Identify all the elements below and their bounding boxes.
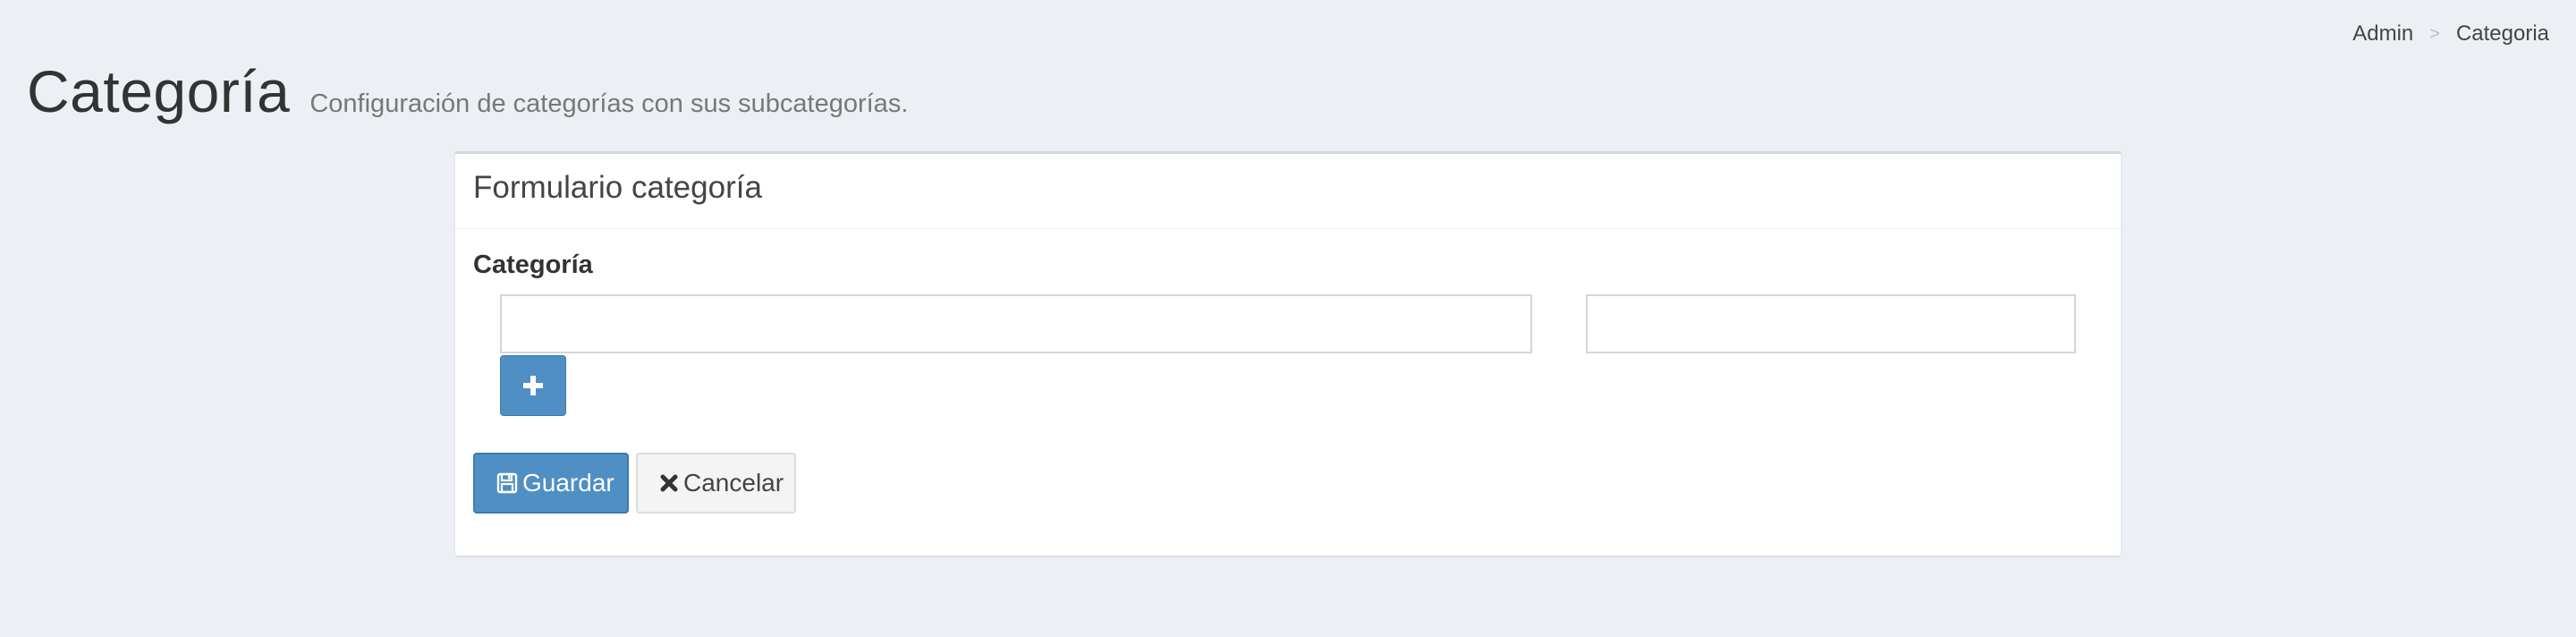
breadcrumb-item-categoria: Categoria: [2455, 21, 2549, 46]
cancel-button-label: Cancelar: [683, 469, 784, 497]
plus-icon: [523, 376, 543, 395]
breadcrumb-item-admin[interactable]: Admin: [2352, 21, 2413, 47]
breadcrumb: Admin > Categoria: [2352, 21, 2549, 47]
save-icon: [496, 472, 518, 494]
category-label: Categoría: [473, 251, 593, 279]
cancel-button[interactable]: Cancelar: [636, 453, 796, 514]
breadcrumb-separator: >: [2429, 23, 2440, 44]
page-title: Categoría: [27, 58, 291, 124]
add-subcategory-button[interactable]: [500, 355, 566, 416]
page-header: Categoría Configuración de categorías co…: [27, 57, 908, 125]
box-title: Formulario categoría: [473, 170, 762, 205]
subcategory-input[interactable]: [1586, 294, 2076, 353]
save-button[interactable]: Guardar: [473, 453, 629, 514]
close-icon: [659, 473, 679, 493]
page-subtitle: Configuración de categorías con sus subc…: [309, 89, 909, 118]
box-header: Formulario categoría: [455, 154, 2121, 229]
save-button-label: Guardar: [522, 469, 614, 497]
category-input[interactable]: [500, 294, 1532, 353]
category-form-box: Formulario categoría Categoría Guardar C…: [455, 151, 2121, 556]
